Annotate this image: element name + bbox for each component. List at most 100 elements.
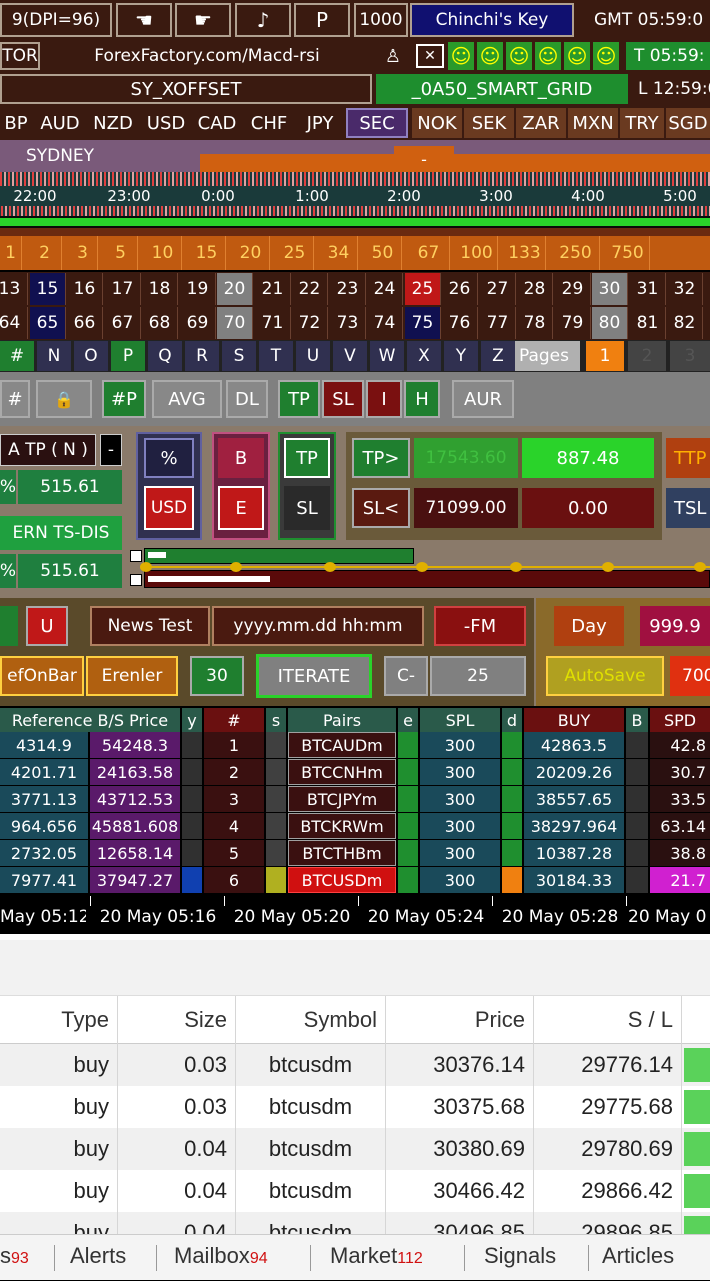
- table-row[interactable]: 4201.71 24163.58 2 BTCCNHm 300 20209.26 30.7: [0, 759, 710, 785]
- letter-item[interactable]: W: [370, 341, 404, 371]
- currency-item[interactable]: TRY: [620, 108, 664, 138]
- buy-value[interactable]: 38557.65: [524, 786, 624, 812]
- b-button[interactable]: B: [218, 438, 264, 478]
- date-input[interactable]: yyyy.mm.dd hh:mm: [212, 606, 424, 646]
- number-item[interactable]: 19: [180, 273, 216, 305]
- currency-item[interactable]: NZD: [88, 108, 138, 138]
- number-item[interactable]: 71: [255, 307, 291, 339]
- pair-name[interactable]: BTCAUDm: [288, 732, 396, 758]
- number-item[interactable]: 80: [592, 307, 628, 339]
- tp-price-field[interactable]: 17543.60: [414, 438, 518, 478]
- fib-item[interactable]: 3: [68, 236, 98, 270]
- usd-button[interactable]: USD: [144, 486, 194, 530]
- letter-item[interactable]: R: [185, 341, 219, 371]
- fib-item[interactable]: 100: [456, 236, 498, 270]
- currency-item[interactable]: CAD: [192, 108, 242, 138]
- number-item[interactable]: 20: [217, 273, 253, 305]
- ttp-button[interactable]: TTP: [666, 438, 710, 478]
- tp-button[interactable]: TP: [278, 380, 320, 418]
- u-button[interactable]: U: [26, 606, 68, 646]
- close-icon[interactable]: ✕: [416, 44, 444, 68]
- fib-item[interactable]: 250: [552, 236, 600, 270]
- value-30-field[interactable]: 30: [190, 656, 244, 696]
- sl-price-field[interactable]: 71099.00: [414, 488, 518, 528]
- slider-tp-handle[interactable]: [130, 550, 142, 562]
- number-item[interactable]: 3: [705, 273, 710, 305]
- number-item[interactable]: 16: [67, 273, 103, 305]
- spl-value[interactable]: 300: [420, 840, 500, 866]
- slider-marker[interactable]: [140, 562, 152, 572]
- currency-item[interactable]: MXN: [568, 108, 618, 138]
- number-item[interactable]: 82: [667, 307, 703, 339]
- col-type-header[interactable]: Type: [0, 996, 118, 1044]
- number-item[interactable]: 72: [292, 307, 328, 339]
- number-item[interactable]: 64: [0, 307, 28, 339]
- note-button[interactable]: ♪: [235, 3, 291, 37]
- sl-amount-field[interactable]: 0.00: [522, 488, 654, 528]
- position-row[interactable]: buy 0.04 btcusdm 30496.85 29896.85: [0, 1212, 710, 1234]
- day-value-field[interactable]: 999.9: [640, 606, 710, 646]
- table-row[interactable]: 964.656 45881.608 4 BTCKRWm 300 38297.964 63.1…: [0, 813, 710, 839]
- aur-button[interactable]: AUR: [452, 380, 514, 418]
- tab-mailbox[interactable]: Mailbox94: [174, 1235, 304, 1281]
- right-arrow-button[interactable]: ☛: [175, 3, 231, 37]
- p-button[interactable]: P: [294, 3, 350, 37]
- col-size-header[interactable]: Size: [118, 996, 236, 1044]
- tp-toggle-button[interactable]: TP: [284, 438, 330, 478]
- e-button[interactable]: E: [218, 486, 264, 530]
- pair-name[interactable]: BTCJPYm: [288, 786, 396, 812]
- buy-value[interactable]: 10387.28: [524, 840, 624, 866]
- letter-item[interactable]: #: [0, 341, 34, 371]
- table-row[interactable]: 7977.41 37947.27 6 BTCUSDm 300 30184.33 21.7: [0, 867, 710, 893]
- avg-button[interactable]: AVG: [152, 380, 222, 418]
- letter-item[interactable]: N: [37, 341, 71, 371]
- number-item[interactable]: 69: [180, 307, 216, 339]
- dl-button[interactable]: DL: [226, 380, 268, 418]
- letter-item[interactable]: O: [74, 341, 108, 371]
- buy-value[interactable]: 30184.33: [524, 867, 624, 893]
- letter-item[interactable]: P: [111, 341, 145, 371]
- number-item[interactable]: 81: [630, 307, 666, 339]
- tp-amount-field[interactable]: 887.48: [522, 438, 654, 478]
- number-item[interactable]: 21: [255, 273, 291, 305]
- number-item[interactable]: 30: [592, 273, 628, 305]
- slider-marker[interactable]: [694, 562, 706, 572]
- slider-tp-track[interactable]: [144, 548, 414, 564]
- fib-item[interactable]: 750: [606, 236, 650, 270]
- fib-item[interactable]: 67: [408, 236, 450, 270]
- currency-item[interactable]: AUD: [34, 108, 86, 138]
- number-item[interactable]: 75: [405, 307, 441, 339]
- position-row[interactable]: buy 0.04 btcusdm 30466.42 29866.42: [0, 1170, 710, 1213]
- number-item[interactable]: 15: [30, 273, 66, 305]
- fib-item[interactable]: 2: [28, 236, 62, 270]
- tab-s[interactable]: s93: [0, 1235, 50, 1281]
- pair-name[interactable]: BTCUSDm: [288, 867, 396, 893]
- page-1-button[interactable]: 1: [586, 341, 624, 371]
- number-item[interactable]: 22: [292, 273, 328, 305]
- atp-dash-button[interactable]: -: [100, 434, 122, 466]
- position-row[interactable]: buy 0.04 btcusdm 30380.69 29780.69: [0, 1128, 710, 1171]
- number-item[interactable]: 70: [217, 307, 253, 339]
- letter-item[interactable]: S: [222, 341, 256, 371]
- tab-alerts[interactable]: Alerts: [70, 1235, 150, 1281]
- c-minus-button[interactable]: C-: [384, 656, 428, 696]
- pair-name[interactable]: BTCCNHm: [288, 759, 396, 785]
- slider-marker[interactable]: [230, 562, 242, 572]
- buy-value[interactable]: 42863.5: [524, 732, 624, 758]
- number-item[interactable]: 25: [405, 273, 441, 305]
- col-sl-header[interactable]: S / L: [534, 996, 682, 1044]
- number-item[interactable]: 18: [142, 273, 178, 305]
- number-item[interactable]: 32: [667, 273, 703, 305]
- i-button[interactable]: I: [366, 380, 402, 418]
- col-symbol-header[interactable]: Symbol: [236, 996, 386, 1044]
- fib-item[interactable]: 5: [104, 236, 138, 270]
- currency-item[interactable]: ZAR: [516, 108, 566, 138]
- value-700-field[interactable]: 700: [670, 656, 710, 696]
- lock-button[interactable]: 🔒: [36, 380, 92, 418]
- value-25-field[interactable]: 25: [430, 656, 526, 696]
- slider-marker[interactable]: [324, 562, 336, 572]
- position-row[interactable]: buy 0.03 btcusdm 30375.68 29775.68: [0, 1086, 710, 1129]
- number-item[interactable]: 76: [442, 307, 478, 339]
- currency-item[interactable]: SEK: [464, 108, 514, 138]
- number-item[interactable]: 24: [367, 273, 403, 305]
